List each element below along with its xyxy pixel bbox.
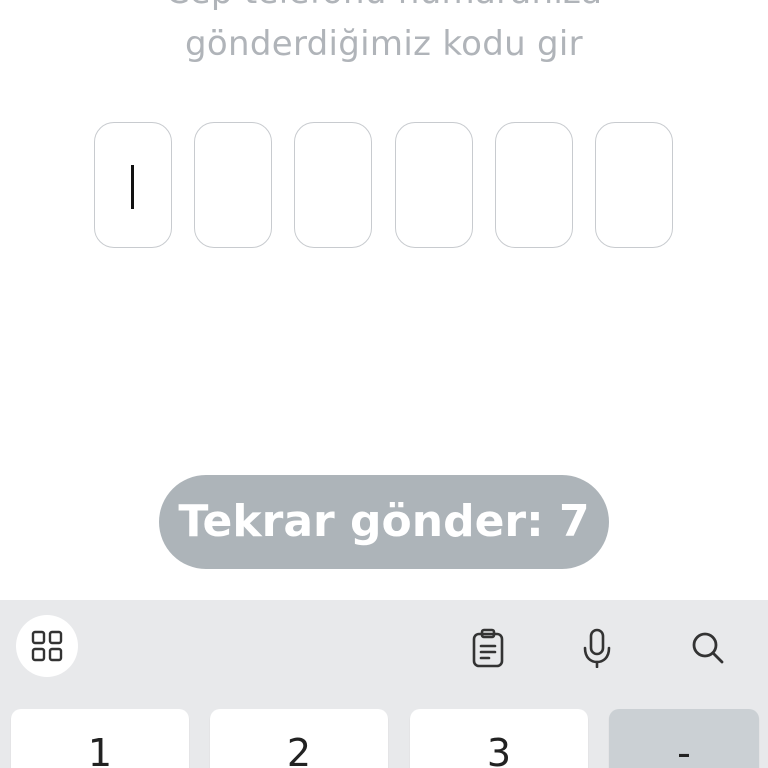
code-digit-box-1[interactable] xyxy=(94,122,172,248)
code-digit-box-6[interactable] xyxy=(595,122,673,248)
microphone-icon[interactable] xyxy=(580,628,614,668)
instruction-text-partial: Cep telefonu numaranıza xyxy=(0,0,768,12)
verification-code-input[interactable] xyxy=(94,122,674,248)
search-icon[interactable] xyxy=(690,630,726,666)
code-digit-box-5[interactable] xyxy=(495,122,573,248)
key-2[interactable]: 2 xyxy=(210,709,388,768)
resend-code-button[interactable]: Tekrar gönder: 7 xyxy=(159,475,609,569)
key-1[interactable]: 1 xyxy=(11,709,189,768)
clipboard-icon[interactable] xyxy=(470,628,506,668)
key-minus[interactable]: - xyxy=(609,709,759,768)
code-digit-box-4[interactable] xyxy=(395,122,473,248)
key-3[interactable]: 3 xyxy=(410,709,588,768)
code-digit-box-3[interactable] xyxy=(294,122,372,248)
apps-grid-icon xyxy=(31,630,63,662)
instruction-text: gönderdiğimiz kodu gir xyxy=(185,24,583,64)
code-digit-box-2[interactable] xyxy=(194,122,272,248)
text-cursor xyxy=(131,165,134,209)
